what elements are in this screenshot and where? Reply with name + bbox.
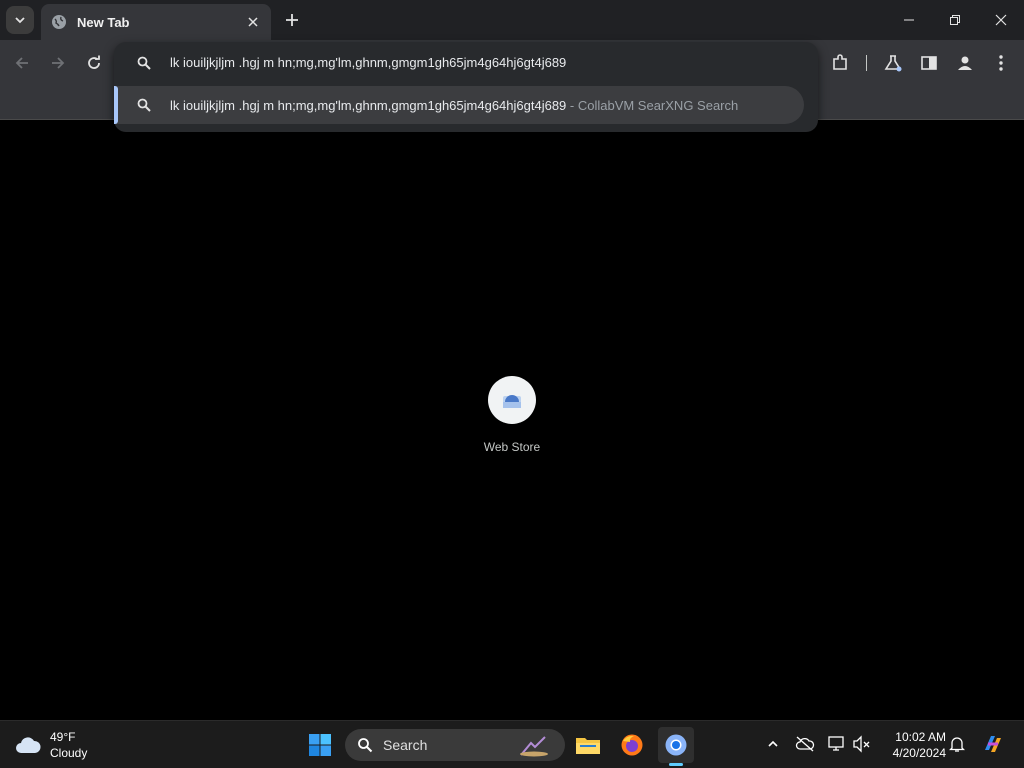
firefox-button[interactable] — [614, 727, 650, 763]
toolbar-divider — [866, 55, 867, 71]
volume-muted-icon[interactable] — [851, 733, 873, 755]
suggestion-engine: - CollabVM SearXNG Search — [566, 98, 739, 113]
tab-strip: New Tab — [0, 0, 1024, 40]
restore-button[interactable] — [932, 0, 978, 40]
tab-search-button[interactable] — [6, 6, 34, 34]
onedrive-offline-icon[interactable] — [794, 733, 816, 755]
folder-icon — [576, 738, 600, 754]
suggestion-query: lk iouiljkjljm .hgj m hn;mg,mg'lm,ghnm,g… — [170, 98, 567, 113]
suggestion-text: lk iouiljkjljm .hgj m hn;mg,mg'lm,ghnm,g… — [170, 98, 738, 113]
more-vertical-icon — [999, 55, 1003, 71]
windows-icon — [309, 734, 331, 756]
shortcut-web-store[interactable]: Web Store — [472, 376, 552, 466]
omnibox-popup: lk iouiljkjljm .hgj m hn;mg,mg'lm,ghnm,g… — [114, 42, 818, 132]
chrome-button[interactable] — [658, 727, 694, 766]
arrow-right-icon — [52, 57, 65, 69]
weather-condition: Cloudy — [50, 746, 88, 760]
search-highlight-icon — [520, 736, 548, 757]
web-store-icon — [488, 376, 536, 424]
flask-icon — [884, 55, 902, 72]
tab-new-tab[interactable]: New Tab — [41, 4, 271, 40]
search-icon — [137, 98, 151, 112]
bell-icon — [949, 737, 965, 752]
clock-time: 10:02 AM — [895, 730, 946, 744]
person-icon — [958, 56, 972, 70]
restore-icon — [950, 15, 960, 25]
cloud-icon — [16, 737, 41, 753]
profile-button[interactable] — [952, 50, 978, 76]
tab-title: New Tab — [77, 14, 130, 30]
side-panel-icon — [921, 56, 937, 70]
new-tab-button[interactable] — [280, 8, 304, 32]
omnibox-suggestion[interactable]: lk iouiljkjljm .hgj m hn;mg,mg'lm,ghnm,g… — [114, 86, 804, 124]
search-icon — [137, 56, 151, 70]
back-button[interactable] — [7, 48, 37, 78]
close-window-button[interactable] — [978, 0, 1024, 40]
shortcut-label: Web Store — [483, 440, 541, 454]
reload-button[interactable] — [79, 48, 109, 78]
globe-icon — [51, 14, 67, 30]
clock[interactable]: 10:02 AM 4/20/2024 — [882, 729, 946, 761]
taskbar-search-label: Search — [383, 737, 428, 753]
weather-widget[interactable]: 49°F Cloudy — [14, 729, 87, 761]
labs-button[interactable] — [880, 50, 906, 76]
minimize-icon — [904, 19, 914, 21]
active-app-indicator — [669, 763, 683, 766]
file-explorer-button[interactable] — [570, 727, 606, 763]
side-panel-button[interactable] — [916, 50, 942, 76]
taskbar: 49°F Cloudy Search 10:02 AM 4/20/2024 — [0, 720, 1024, 768]
chevron-down-icon — [15, 17, 25, 24]
clock-date: 4/20/2024 — [892, 746, 946, 760]
notifications-button[interactable] — [946, 733, 968, 755]
close-tab-icon[interactable] — [245, 14, 261, 30]
chrome-icon — [665, 734, 687, 756]
puzzle-icon — [833, 54, 847, 70]
show-hidden-icons-button[interactable] — [762, 733, 784, 755]
close-icon — [995, 14, 1007, 26]
extensions-button[interactable] — [827, 50, 853, 76]
reload-icon — [88, 55, 100, 69]
search-icon — [358, 738, 373, 753]
taskbar-search[interactable]: Search — [345, 729, 565, 761]
menu-button[interactable] — [988, 50, 1014, 76]
weather-temp: 49°F — [50, 730, 76, 744]
suggestion-selected-indicator — [114, 86, 118, 124]
copilot-icon — [985, 736, 1001, 752]
chevron-up-icon — [768, 740, 778, 747]
arrow-left-icon — [15, 57, 28, 69]
plus-icon — [286, 14, 298, 26]
omnibox-input[interactable]: lk iouiljkjljm .hgj m hn;mg,mg'lm,ghnm,g… — [114, 42, 818, 84]
omnibox-text[interactable]: lk iouiljkjljm .hgj m hn;mg,mg'lm,ghnm,g… — [170, 55, 566, 70]
firefox-icon — [621, 734, 643, 756]
copilot-button[interactable] — [980, 731, 1006, 757]
minimize-button[interactable] — [886, 0, 932, 40]
start-button[interactable] — [302, 727, 338, 763]
network-icon[interactable] — [826, 733, 848, 755]
forward-button[interactable] — [43, 48, 73, 78]
